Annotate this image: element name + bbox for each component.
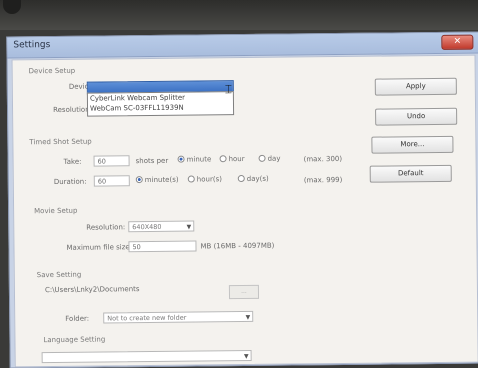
language-select[interactable]: ▼ [41, 349, 252, 364]
save-setting-heading: Save Setting [36, 270, 82, 280]
radio-label: day(s) [246, 174, 269, 183]
movie-setup-heading: Movie Setup [34, 206, 78, 216]
radio-label: hour [228, 155, 245, 164]
chevron-down-icon: ▼ [186, 223, 192, 231]
radio-label: minute [186, 155, 212, 164]
radio-take-hour[interactable]: hour [219, 154, 245, 164]
duration-max-label: (max. 999) [303, 175, 343, 185]
radio-dot-checked [177, 155, 185, 163]
chevron-down-icon: ▼ [245, 313, 251, 321]
monitor-bezel [0, 0, 478, 30]
radio-dot [237, 174, 245, 182]
duration-input[interactable]: 60 [93, 175, 130, 187]
radio-label: hour(s) [196, 175, 222, 184]
device-dropdown-list: CyberLink Webcam Splitter WebCam SC-03FF… [86, 91, 235, 117]
movie-resolution-select[interactable]: 640X480 ▼ [128, 220, 195, 233]
language-setting-heading: Language Setting [43, 335, 106, 345]
save-path: C:\Users\Lnky2\Documents [44, 285, 140, 295]
radio-dot [187, 175, 195, 183]
radio-duration-minutes[interactable]: minute(s) [135, 175, 179, 185]
mouse-cursor-icon: ⌶ [224, 82, 233, 97]
take-label: Take: [63, 157, 82, 166]
close-button[interactable]: ✕ [441, 34, 474, 50]
window-title: Settings [13, 40, 51, 51]
shots-per-label: shots per [135, 156, 169, 166]
device-option[interactable]: WebCam SC-03FFL11939N [88, 102, 233, 114]
timed-shot-heading: Timed Shot Setup [29, 137, 92, 147]
radio-label: minute(s) [144, 175, 179, 185]
duration-label: Duration: [53, 177, 87, 187]
folder-label: Folder: [65, 314, 90, 323]
default-button[interactable]: Default [369, 164, 452, 183]
browse-button[interactable]: ... [228, 284, 260, 300]
settings-window: Settings ✕ Device Setup Device: Resoluti… [6, 31, 478, 368]
radio-dot [219, 154, 227, 162]
radio-duration-hours[interactable]: hour(s) [187, 175, 222, 184]
take-max-label: (max. 300) [303, 154, 343, 164]
bezel-knob [3, 0, 21, 14]
take-input[interactable]: 60 [93, 155, 130, 167]
radio-label: day [267, 154, 281, 163]
radio-take-day[interactable]: day [258, 154, 281, 163]
movie-resolution-value: 640X480 [132, 222, 162, 232]
folder-select[interactable]: Not to create new folder ▼ [103, 310, 254, 324]
radio-dot [258, 154, 266, 162]
more-button[interactable]: More... [371, 135, 454, 154]
settings-content: Device Setup Device: Resolution: Apply U… [11, 54, 478, 368]
max-file-size-input[interactable]: 50 [128, 240, 197, 253]
radio-duration-days[interactable]: day(s) [237, 174, 269, 183]
radio-take-minute[interactable]: minute [177, 155, 212, 164]
folder-value: Not to create new folder [107, 313, 187, 323]
movie-resolution-label: Resolution: [86, 223, 126, 232]
radio-dot-checked [135, 175, 143, 183]
apply-button[interactable]: Apply [374, 77, 457, 96]
chevron-down-icon: ▼ [243, 352, 249, 361]
max-file-size-range: MB (16MB - 4097MB) [200, 241, 275, 251]
undo-button[interactable]: Undo [375, 107, 458, 126]
max-file-size-label: Maximum file size: [66, 243, 133, 252]
device-setup-heading: Device Setup [28, 66, 76, 76]
